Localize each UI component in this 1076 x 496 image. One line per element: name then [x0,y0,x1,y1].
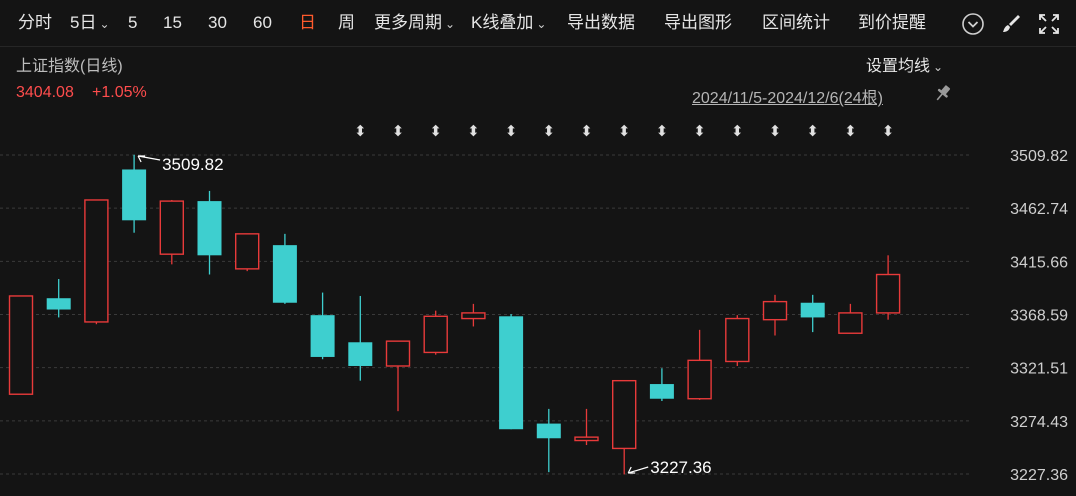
y-tick-label: 3368.59 [1010,308,1068,325]
updown-marker-icon: ⬍ [656,122,669,140]
toolbar-item-0[interactable]: 分时 [18,11,52,35]
y-tick-label: 3227.36 [1010,467,1068,484]
updown-marker-icon: ⬍ [769,122,782,140]
toolbar-item-7[interactable]: 周 [338,11,355,35]
updown-marker-icon: ⬍ [580,122,593,140]
candle-body-down [499,316,524,430]
candlestick-chart[interactable]: 3509.82 3462.74 3415.66 3368.59 3321.51 3274.… [0,46,1076,496]
candle-body-down [649,384,674,399]
toolbar-item-label: K线叠加 [471,13,534,32]
candle-body-down [800,302,825,318]
toolbar-item-13[interactable]: 到价提醒 [858,11,926,35]
chevron-down-icon: ⌄ [536,17,547,31]
candle-body-up [423,315,448,354]
updown-marker-icon: ⬍ [806,122,819,140]
high-annotation: 3509.82 [137,155,224,174]
chevron-down-circle-icon[interactable] [960,11,986,37]
chevron-down-icon: ⌄ [99,17,110,31]
updown-marker-icon: ⬍ [543,122,556,140]
candle-body-down [46,298,71,310]
candle-body-up [461,312,486,320]
annotation-arrow [137,155,161,161]
updown-marker-icon: ⬍ [844,122,857,140]
toolbar-item-label: 导出图形 [664,13,732,32]
toolbar-item-10[interactable]: 导出数据 [567,11,635,35]
candle-body-down [197,201,222,256]
expand-icon[interactable] [1036,11,1062,37]
toolbar-item-label: 15 [163,13,182,32]
candle-body-up [725,317,750,363]
updown-marker-icon: ⬍ [731,122,744,140]
toolbar-item-label: 周 [338,13,355,32]
toolbar-item-8[interactable]: 更多周期 ⌄ [374,11,455,35]
toolbar-item-label: 30 [208,13,227,32]
updown-marker-icon: ⬍ [392,122,405,140]
candle-body-up [838,312,863,334]
y-tick-label: 3274.43 [1010,414,1068,431]
chevron-down-icon: ⌄ [445,17,456,31]
updown-marker-icon: ⬍ [467,122,480,140]
toolbar-item-label: 分时 [18,13,52,32]
candle-body-up [875,273,901,314]
candle-body-up [234,233,260,270]
toolbar-item-label: 5日 [70,13,97,32]
toolbar-item-5[interactable]: 60 [253,11,272,35]
candle-body-down [536,423,561,439]
toolbar-item-label: 导出数据 [567,13,635,32]
toolbar-item-label: 区间统计 [762,13,830,32]
annotation-label: 3227.36 [650,458,711,477]
candle-body-up [574,436,599,442]
candle-body-down [272,245,297,303]
candle-body-down [348,342,373,366]
updown-marker-icon: ⬍ [354,122,367,140]
toolbar-item-label: 日 [299,13,316,32]
candle-body-up [159,200,185,255]
toolbar-item-2[interactable]: 5 [128,11,137,35]
toolbar-item-12[interactable]: 区间统计 [762,11,830,35]
toolbar-item-4[interactable]: 30 [208,11,227,35]
y-tick-label: 3509.82 [1010,148,1068,165]
annotation-label: 3509.82 [162,155,223,174]
toolbar-item-6[interactable]: 日 [299,11,316,35]
updown-marker-icon: ⬍ [882,122,895,140]
toolbar-item-11[interactable]: 导出图形 [664,11,732,35]
candle-body-up [687,359,712,400]
updown-marker-icon: ⬍ [429,122,442,140]
candle-body-up [762,300,788,321]
updown-marker-icon: ⬍ [693,122,706,140]
candle-body-down [122,169,147,221]
toolbar-item-label: 到价提醒 [858,13,926,32]
candle-body-up [612,379,637,450]
toolbar-item-3[interactable]: 15 [163,11,182,35]
toolbar-item-9[interactable]: K线叠加 ⌄ [471,11,546,35]
toolbar: 分时 5日 ⌄ 5 15 30 60 日周更多周期 ⌄ K线叠加 ⌄ 导出数据 导出图形 区间统计 到价提醒 [0,0,1076,47]
toolbar-item-label: 更多周期 [374,13,442,32]
candle-body-up [8,295,34,395]
toolbar-item-label: 5 [128,13,138,32]
y-tick-label: 3415.66 [1010,254,1068,271]
y-tick-label: 3321.51 [1010,361,1068,378]
low-annotation: 3227.36 [627,458,712,477]
candle-body-up [385,340,411,367]
toolbar-item-label: 60 [253,13,272,32]
updown-marker-icon: ⬍ [505,122,518,140]
brush-icon[interactable] [998,11,1024,37]
updown-marker-icon: ⬍ [618,122,631,140]
toolbar-item-1[interactable]: 5日 ⌄ [70,11,110,35]
candle-body-up [84,199,109,323]
y-tick-label: 3462.74 [1010,201,1068,218]
candle-body-down [310,315,335,357]
